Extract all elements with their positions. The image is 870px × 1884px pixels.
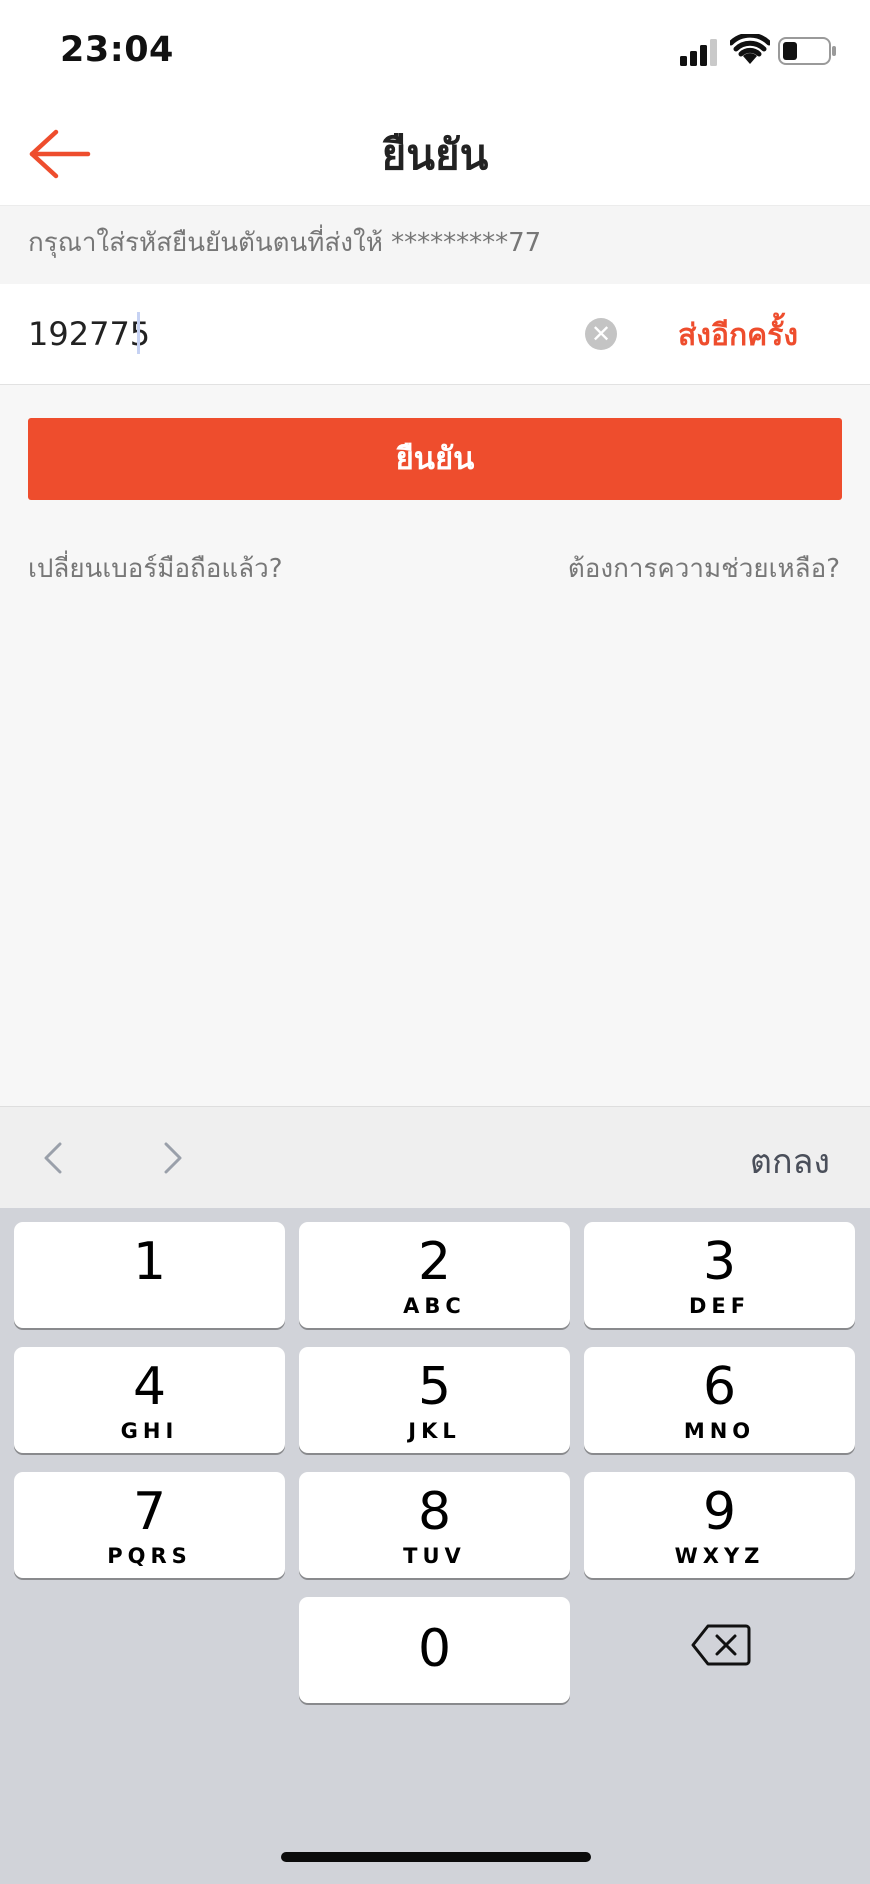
help-link[interactable]: ต้องการความช่วยเหลือ? [568,548,840,589]
key-letters: MNO [683,1419,756,1443]
keyboard-toolbar [0,1106,870,1209]
page-title: ยืนยัน [381,130,489,179]
key-4[interactable]: 4 GHI [14,1347,285,1453]
key-digit: 2 [417,1232,452,1292]
battery-icon [778,37,836,65]
changed-number-link[interactable]: เปลี่ยนเบอร์มือถือแล้ว? [28,548,283,589]
key-8[interactable]: 8 TUV [299,1472,570,1578]
key-letters: WXYZ [674,1544,765,1568]
key-letters: ABC [403,1294,466,1318]
wifi-icon [730,34,770,64]
status-time: 23:04 [60,30,174,70]
key-2[interactable]: 2 ABC [299,1222,570,1328]
prev-field-button[interactable] [38,1138,68,1178]
key-digit: 7 [132,1482,167,1542]
key-letters: JKL [408,1419,461,1443]
home-indicator [281,1852,591,1862]
clear-input-button[interactable]: ✕ [585,318,617,350]
key-digit: 6 [702,1357,737,1417]
clear-icon: ✕ [590,320,612,348]
key-9[interactable]: 9 WXYZ [584,1472,855,1578]
key-3[interactable]: 3 DEF [584,1222,855,1328]
otp-input[interactable] [28,306,568,362]
done-button[interactable]: ตกลง [750,1134,830,1188]
delete-key[interactable] [690,1622,752,1668]
confirm-button[interactable]: ยืนยัน [28,418,842,500]
chevron-left-icon [44,1142,62,1174]
key-1[interactable]: 1 [14,1222,285,1328]
delete-key-icon [691,1624,751,1666]
resend-code-link[interactable]: ส่งอีกครั้ง [678,312,798,359]
key-letters: PQRS [107,1544,192,1568]
key-digit: 5 [417,1357,452,1417]
next-field-button[interactable] [158,1138,188,1178]
key-5[interactable]: 5 JKL [299,1347,570,1453]
key-0[interactable]: 0 [299,1597,570,1703]
key-digit: 3 [702,1232,737,1292]
text-cursor [137,312,140,354]
key-digit: 8 [417,1482,452,1542]
key-7[interactable]: 7 PQRS [14,1472,285,1578]
instruction-text: กรุณาใส่รหัสยืนยันตันตนที่ส่งให้ *******… [28,228,542,258]
key-digit: 4 [132,1357,167,1417]
key-letters: DEF [688,1294,751,1318]
key-letters: GHI [120,1419,179,1443]
key-digit: 0 [417,1619,452,1679]
chevron-right-icon [164,1142,182,1174]
key-6[interactable]: 6 MNO [584,1347,855,1453]
key-digit: 9 [702,1482,737,1542]
key-letters: TUV [403,1544,466,1568]
key-digit: 1 [132,1232,167,1292]
signal-icon [680,39,717,66]
